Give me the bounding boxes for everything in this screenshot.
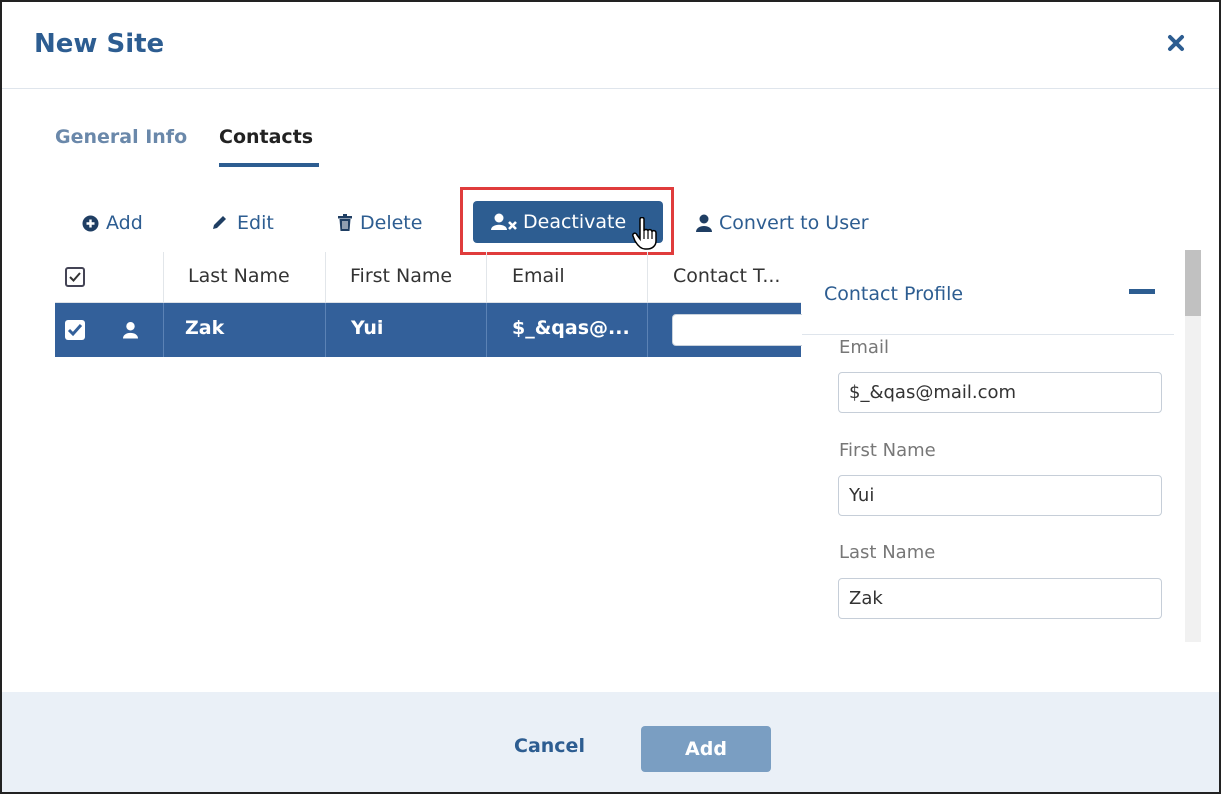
tab-contacts[interactable]: Contacts bbox=[219, 126, 313, 148]
close-icon[interactable] bbox=[1167, 34, 1185, 52]
edit-contact-button[interactable]: Edit bbox=[210, 206, 274, 240]
cell-first-name: Yui bbox=[351, 317, 384, 339]
contact-type-input[interactable] bbox=[672, 314, 807, 346]
first-name-field[interactable] bbox=[838, 475, 1162, 516]
deactivate-label: Deactivate bbox=[523, 211, 627, 233]
dialog-footer: Cancel Add bbox=[2, 692, 1219, 792]
contact-profile-header: Contact Profile bbox=[802, 264, 1174, 335]
tab-general-info[interactable]: General Info bbox=[55, 126, 187, 148]
convert-label: Convert to User bbox=[719, 212, 869, 234]
last-name-field[interactable] bbox=[838, 578, 1162, 619]
minimize-icon[interactable] bbox=[1129, 289, 1155, 294]
cell-separator bbox=[486, 303, 487, 357]
column-separator bbox=[486, 252, 487, 302]
email-field[interactable] bbox=[838, 372, 1162, 413]
cell-separator bbox=[163, 303, 164, 357]
dialog-header: New Site bbox=[2, 2, 1219, 89]
user-icon bbox=[696, 214, 712, 232]
edit-label: Edit bbox=[237, 212, 274, 234]
email-label: Email bbox=[839, 337, 889, 358]
column-separator bbox=[163, 252, 164, 302]
add-contact-button[interactable]: Add bbox=[82, 206, 143, 240]
delete-contact-button[interactable]: Delete bbox=[337, 206, 422, 240]
table-row[interactable]: Zak Yui $_&qas@... bbox=[55, 303, 807, 357]
delete-label: Delete bbox=[360, 212, 423, 234]
add-button[interactable]: Add bbox=[641, 726, 771, 772]
cell-separator bbox=[647, 303, 648, 357]
scrollbar-thumb[interactable] bbox=[1185, 250, 1201, 316]
last-name-label: Last Name bbox=[839, 542, 936, 563]
cell-separator bbox=[325, 303, 326, 357]
column-header-email[interactable]: Email bbox=[512, 265, 565, 287]
contacts-grid-header: Last Name First Name Email Contact T... bbox=[55, 252, 801, 303]
add-label: Add bbox=[106, 212, 143, 234]
first-name-label: First Name bbox=[839, 440, 936, 461]
dialog-title: New Site bbox=[34, 29, 165, 59]
profile-scrollbar[interactable] bbox=[1185, 250, 1201, 642]
new-site-dialog: New Site General Info Contacts Add Edit … bbox=[0, 0, 1221, 794]
contact-profile-panel: Contact Profile Email First Name Last Na… bbox=[802, 264, 1174, 644]
column-header-first-name[interactable]: First Name bbox=[350, 265, 452, 287]
trash-icon bbox=[338, 214, 352, 231]
plus-circle-icon bbox=[82, 215, 99, 231]
user-icon bbox=[123, 322, 138, 339]
select-all-checkbox[interactable] bbox=[65, 267, 85, 287]
cancel-button[interactable]: Cancel bbox=[514, 735, 585, 757]
convert-to-user-button[interactable]: Convert to User bbox=[696, 206, 869, 240]
contact-profile-title: Contact Profile bbox=[824, 283, 964, 305]
column-header-contact-type[interactable]: Contact T... bbox=[673, 265, 780, 287]
pencil-icon bbox=[213, 216, 226, 229]
hand-pointer-cursor-icon bbox=[632, 216, 662, 255]
active-tab-indicator bbox=[219, 163, 319, 167]
user-times-icon bbox=[491, 213, 517, 230]
cell-email: $_&qas@... bbox=[512, 317, 630, 339]
column-separator bbox=[647, 252, 648, 302]
row-checkbox[interactable] bbox=[65, 320, 85, 340]
column-separator bbox=[325, 252, 326, 302]
cell-last-name: Zak bbox=[185, 317, 225, 339]
column-header-last-name[interactable]: Last Name bbox=[188, 265, 290, 287]
